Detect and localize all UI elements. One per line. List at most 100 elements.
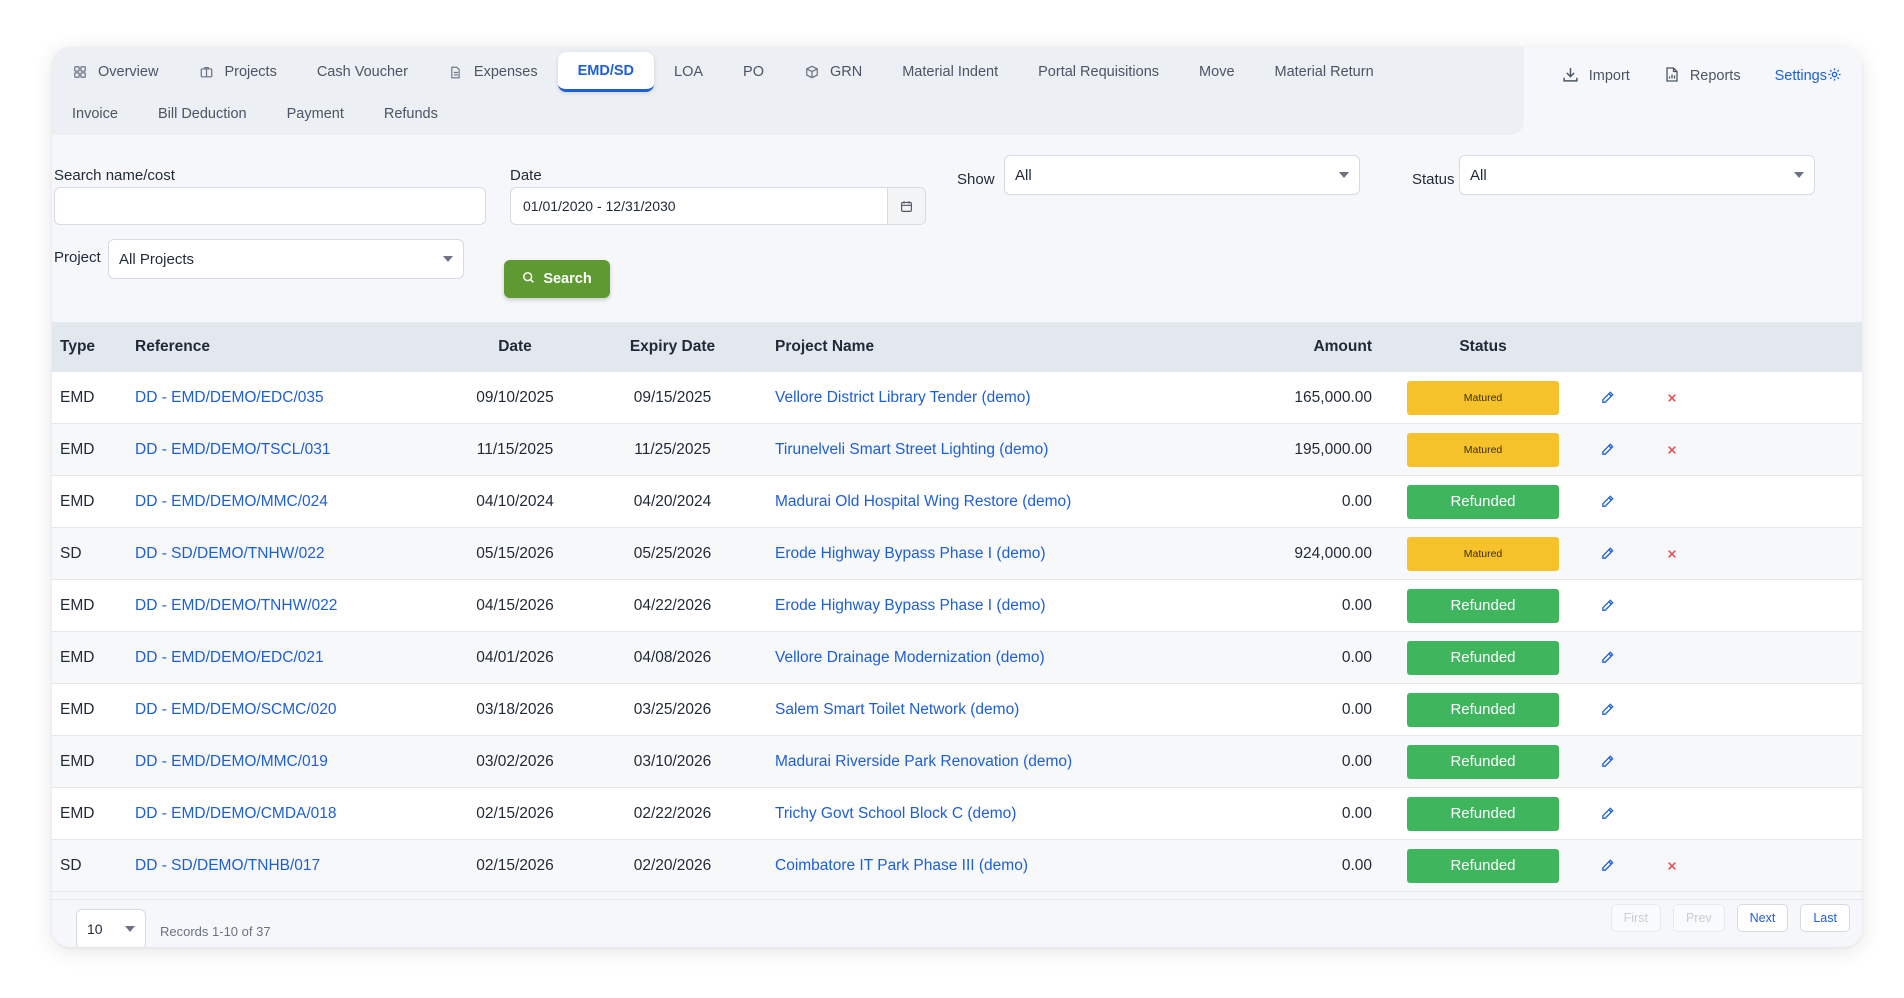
edit-pencil-icon[interactable] xyxy=(1600,702,1615,717)
project-link[interactable]: Coimbatore IT Park Phase III (demo) xyxy=(745,857,1172,875)
status-label: Status xyxy=(1412,171,1455,188)
reference-link[interactable]: DD - SD/DEMO/TNHB/017 xyxy=(135,857,455,875)
tab-material-indent[interactable]: Material Indent xyxy=(882,52,1018,92)
reference-link[interactable]: DD - EMD/DEMO/EDC/021 xyxy=(135,649,455,667)
edit-pencil-icon[interactable] xyxy=(1600,806,1615,821)
project-link[interactable]: Erode Highway Bypass Phase I (demo) xyxy=(745,545,1172,563)
edit-pencil-icon[interactable] xyxy=(1600,858,1615,873)
status-badge: Matured xyxy=(1407,536,1559,571)
status-select[interactable]: All xyxy=(1459,155,1815,195)
next-page-button[interactable]: Next xyxy=(1736,904,1789,932)
import-button[interactable]: Import xyxy=(1562,66,1630,87)
reference-link[interactable]: DD - EMD/DEMO/MMC/024 xyxy=(135,493,455,511)
settings-button[interactable]: Settings xyxy=(1775,67,1842,86)
cell-expiry-date: 05/25/2026 xyxy=(633,544,712,562)
date-range-field[interactable]: 01/01/2020 - 12/31/2030 xyxy=(510,187,926,225)
table-row: EMD DD - EMD/DEMO/MMC/019 03/02/2026 03/10/… xyxy=(52,736,1862,788)
project-link[interactable]: Madurai Old Hospital Wing Restore (demo) xyxy=(745,493,1172,511)
tab-material-return[interactable]: Material Return xyxy=(1255,52,1394,92)
cell-type: EMD xyxy=(60,492,95,510)
status-badge: Refunded xyxy=(1407,640,1559,675)
tab-projects[interactable]: Projects xyxy=(178,52,296,92)
tab-expenses[interactable]: Expenses xyxy=(428,52,558,92)
project-link[interactable]: Trichy Govt School Block C (demo) xyxy=(745,805,1172,823)
reference-link[interactable]: DD - EMD/DEMO/TNHW/022 xyxy=(135,597,455,615)
search-icon xyxy=(522,271,535,288)
reference-link[interactable]: DD - EMD/DEMO/SCMC/020 xyxy=(135,701,455,719)
project-link[interactable]: Vellore District Library Tender (demo) xyxy=(745,389,1172,407)
delete-cell xyxy=(1652,444,1692,456)
project-value: All Projects xyxy=(119,250,195,268)
project-link[interactable]: Salem Smart Toilet Network (demo) xyxy=(745,701,1172,719)
reference-link[interactable]: DD - EMD/DEMO/TSCL/031 xyxy=(135,441,455,459)
reference-link[interactable]: DD - EMD/DEMO/EDC/035 xyxy=(135,389,455,407)
tab-move[interactable]: Move xyxy=(1179,52,1254,92)
tab-bill-deduction[interactable]: Bill Deduction xyxy=(138,94,267,134)
edit-pencil-icon[interactable] xyxy=(1600,442,1615,457)
first-page-button[interactable]: First xyxy=(1610,904,1661,932)
cell-type: EMD xyxy=(60,648,95,666)
table-body: EMD DD - EMD/DEMO/EDC/035 09/10/2025 09/15/… xyxy=(52,372,1862,892)
tab-payment[interactable]: Payment xyxy=(267,94,364,134)
import-label: Import xyxy=(1588,68,1630,84)
edit-pencil-icon[interactable] xyxy=(1600,390,1615,405)
tab-loa[interactable]: LOA xyxy=(654,52,723,92)
delete-x-icon[interactable] xyxy=(1666,548,1678,560)
cell-amount: 0.00 xyxy=(1341,804,1372,822)
tab-grn[interactable]: GRN xyxy=(784,52,882,92)
reports-button[interactable]: Reports xyxy=(1664,66,1741,87)
edit-cell xyxy=(1587,546,1627,561)
tab-cash-voucher[interactable]: Cash Voucher xyxy=(297,52,428,92)
cell-date: 03/02/2026 xyxy=(476,752,554,770)
tab-po[interactable]: PO xyxy=(723,52,784,92)
project-link[interactable]: Erode Highway Bypass Phase I (demo) xyxy=(745,597,1172,615)
cell-amount: 924,000.00 xyxy=(1294,544,1372,562)
table-row: EMD DD - EMD/DEMO/TSCL/031 11/15/2025 11/25… xyxy=(52,424,1862,476)
reference-link[interactable]: DD - EMD/DEMO/MMC/019 xyxy=(135,753,455,771)
edit-pencil-icon[interactable] xyxy=(1600,650,1615,665)
edit-pencil-icon[interactable] xyxy=(1600,754,1615,769)
project-select[interactable]: All Projects xyxy=(108,239,464,279)
show-select[interactable]: All xyxy=(1004,155,1360,195)
cell-expiry-date: 04/08/2026 xyxy=(633,648,712,666)
table-row: EMD DD - EMD/DEMO/CMDA/018 02/15/2026 02/22… xyxy=(52,788,1862,840)
reference-link[interactable]: DD - EMD/DEMO/CMDA/018 xyxy=(135,805,455,823)
status-cell: Matured xyxy=(1407,536,1559,571)
cell-amount: 0.00 xyxy=(1341,856,1372,874)
project-link[interactable]: Tirunelveli Smart Street Lighting (demo) xyxy=(745,441,1172,459)
header-reference: Reference xyxy=(135,338,210,355)
delete-x-icon[interactable] xyxy=(1666,444,1678,456)
delete-x-icon[interactable] xyxy=(1666,392,1678,404)
tab-label: LOA xyxy=(674,64,704,80)
search-button[interactable]: Search xyxy=(504,260,610,298)
tab-row-secondary: Invoice Bill Deduction Payment Refunds xyxy=(52,93,458,135)
edit-cell xyxy=(1587,598,1627,613)
delete-x-icon[interactable] xyxy=(1666,860,1678,872)
chevron-down-icon xyxy=(443,256,453,262)
tab-portal-requisitions[interactable]: Portal Requisitions xyxy=(1018,52,1179,92)
reference-link[interactable]: DD - SD/DEMO/TNHW/022 xyxy=(135,545,455,563)
page-size-select[interactable]: 10 xyxy=(76,909,146,947)
project-link[interactable]: Vellore Drainage Modernization (demo) xyxy=(745,649,1172,667)
cell-expiry-date: 11/25/2025 xyxy=(634,440,711,458)
tab-label: Cash Voucher xyxy=(316,64,408,80)
status-cell: Refunded xyxy=(1407,640,1559,675)
edit-pencil-icon[interactable] xyxy=(1600,598,1615,613)
tab-refunds[interactable]: Refunds xyxy=(364,94,458,134)
edit-pencil-icon[interactable] xyxy=(1600,494,1615,509)
edit-cell xyxy=(1587,494,1627,509)
prev-page-button[interactable]: Prev xyxy=(1672,904,1725,932)
project-link[interactable]: Madurai Riverside Park Renovation (demo) xyxy=(745,753,1172,771)
status-badge: Refunded xyxy=(1407,692,1559,727)
tab-overview[interactable]: Overview xyxy=(52,52,178,92)
calendar-icon[interactable] xyxy=(887,188,925,224)
emd-sd-panel: Overview Projects Cash Voucher Expenses EMD/… xyxy=(52,47,1862,947)
last-page-button[interactable]: Last xyxy=(1800,904,1850,932)
search-input[interactable] xyxy=(54,187,486,225)
box-icon xyxy=(804,64,820,80)
cell-type: EMD xyxy=(60,440,95,458)
tab-emd-sd[interactable]: EMD/SD xyxy=(557,52,655,92)
tab-invoice[interactable]: Invoice xyxy=(52,94,138,134)
tab-label: Projects xyxy=(224,64,277,80)
edit-pencil-icon[interactable] xyxy=(1600,546,1615,561)
